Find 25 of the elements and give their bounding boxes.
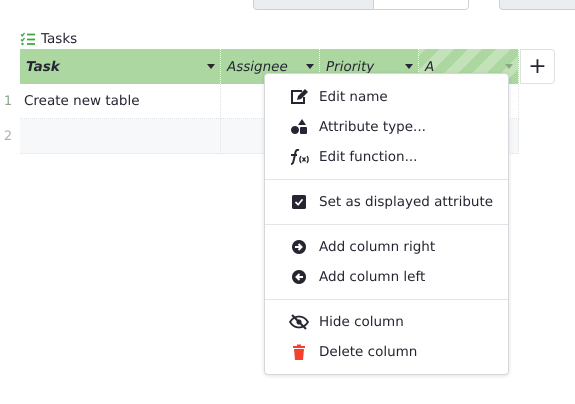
table-title: Tasks <box>41 31 78 47</box>
menu-item[interactable]: Edit name <box>265 82 508 112</box>
menu-item[interactable]: Set as displayed attribute <box>265 187 508 217</box>
menu-item[interactable]: Hide column <box>265 307 508 337</box>
caret-icon[interactable] <box>306 64 314 69</box>
table-cell[interactable] <box>20 119 221 154</box>
arrow-left-icon <box>291 269 307 285</box>
shapes-icon <box>290 119 308 135</box>
checklist-icon <box>20 32 36 46</box>
hidden-eye-icon <box>289 314 309 330</box>
row-number: 1 <box>2 93 14 111</box>
trash-icon <box>292 344 306 360</box>
caret-icon[interactable] <box>405 64 413 69</box>
row-number: 2 <box>2 128 14 146</box>
caret-icon[interactable] <box>207 64 215 69</box>
edit-icon <box>290 89 308 105</box>
menu-item[interactable]: Delete column <box>265 337 508 367</box>
column-header[interactable]: Task <box>20 49 221 84</box>
menu-item[interactable]: Attribute type... <box>265 112 508 142</box>
arrow-right-icon <box>291 239 307 255</box>
menu-item[interactable]: Add column left <box>265 262 508 292</box>
function-icon <box>289 149 309 165</box>
add-column-button[interactable]: + <box>520 49 555 84</box>
menu-item[interactable]: Edit function... <box>265 142 508 172</box>
menu-item[interactable]: Add column right <box>265 232 508 262</box>
